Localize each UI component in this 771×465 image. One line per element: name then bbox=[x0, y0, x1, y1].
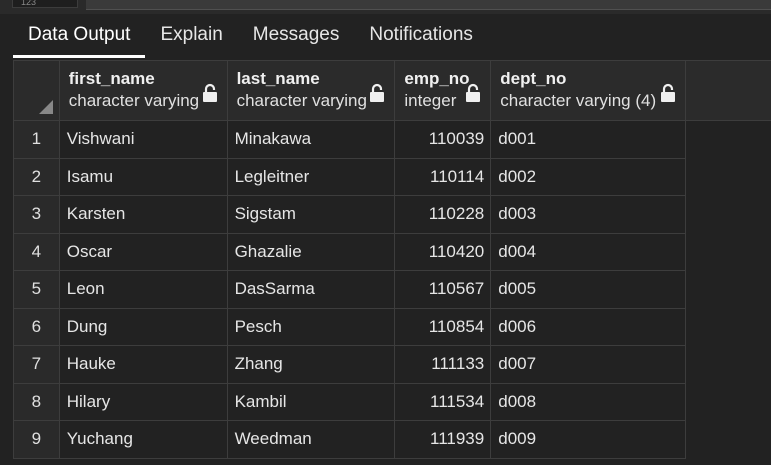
column-header-last-name[interactable]: last_name character varying bbox=[226, 60, 396, 121]
column-header-emp-no[interactable]: emp_no integer bbox=[394, 60, 492, 121]
row-filler bbox=[685, 158, 771, 196]
cell-first-name[interactable]: Hauke bbox=[58, 345, 228, 384]
cell-emp-no[interactable]: 110114 bbox=[394, 157, 492, 196]
cell-last-name[interactable]: Zhang bbox=[226, 345, 396, 384]
lock-icon bbox=[370, 83, 385, 102]
cell-last-name[interactable]: Weedman bbox=[226, 420, 396, 459]
lock-icon bbox=[202, 83, 217, 102]
table-row[interactable]: 7 Hauke Zhang 111133 d007 bbox=[13, 345, 771, 384]
table-body: 1 Vishwani Minakawa 110039 d001 2 Isamu … bbox=[13, 120, 771, 459]
cell-last-name[interactable]: DasSarma bbox=[226, 270, 396, 309]
row-filler bbox=[685, 420, 771, 458]
row-number[interactable]: 1 bbox=[13, 120, 60, 159]
table-row[interactable]: 4 Oscar Ghazalie 110420 d004 bbox=[13, 232, 771, 271]
cell-emp-no[interactable]: 110420 bbox=[394, 232, 492, 271]
cell-dept-no[interactable]: d004 bbox=[490, 232, 687, 271]
cell-dept-no[interactable]: d002 bbox=[490, 157, 687, 196]
table-row[interactable]: 9 Yuchang Weedman 111939 d009 bbox=[13, 420, 771, 459]
results-table: first_name character varying last_name c… bbox=[13, 60, 771, 459]
cell-last-name[interactable]: Sigstam bbox=[226, 195, 396, 234]
header-row: first_name character varying last_name c… bbox=[13, 60, 771, 121]
results-tabs: Data Output Explain Messages Notificatio… bbox=[13, 14, 771, 58]
cell-last-name[interactable]: Ghazalie bbox=[226, 232, 396, 271]
cell-first-name[interactable]: Hilary bbox=[58, 382, 228, 421]
column-name: dept_no bbox=[500, 69, 567, 88]
row-number[interactable]: 2 bbox=[13, 157, 60, 196]
cell-first-name[interactable]: Karsten bbox=[58, 195, 228, 234]
cell-emp-no[interactable]: 111133 bbox=[394, 345, 492, 384]
cell-emp-no[interactable]: 110228 bbox=[394, 195, 492, 234]
cell-first-name[interactable]: Vishwani bbox=[58, 120, 228, 159]
row-filler bbox=[685, 120, 771, 158]
row-filler bbox=[685, 383, 771, 421]
cell-first-name[interactable]: Yuchang bbox=[58, 420, 228, 459]
column-type: character varying (4) bbox=[500, 91, 657, 110]
cell-emp-no[interactable]: 110854 bbox=[394, 307, 492, 346]
cell-dept-no[interactable]: d008 bbox=[490, 382, 687, 421]
cell-dept-no[interactable]: d009 bbox=[490, 420, 687, 459]
cell-dept-no[interactable]: d006 bbox=[490, 307, 687, 346]
cell-last-name[interactable]: Pesch bbox=[226, 307, 396, 346]
cell-first-name[interactable]: Leon bbox=[58, 270, 228, 309]
row-filler bbox=[685, 345, 771, 383]
row-number[interactable]: 5 bbox=[13, 270, 60, 309]
cell-emp-no[interactable]: 111534 bbox=[394, 382, 492, 421]
row-filler bbox=[685, 233, 771, 271]
table-row[interactable]: 8 Hilary Kambil 111534 d008 bbox=[13, 382, 771, 421]
row-number[interactable]: 7 bbox=[13, 345, 60, 384]
table-row[interactable]: 3 Karsten Sigstam 110228 d003 bbox=[13, 195, 771, 234]
table-row[interactable]: 2 Isamu Legleitner 110114 d002 bbox=[13, 157, 771, 196]
cell-first-name[interactable]: Dung bbox=[58, 307, 228, 346]
lock-icon bbox=[661, 83, 676, 102]
column-header-dept-no[interactable]: dept_no character varying (4) bbox=[490, 60, 687, 121]
lock-icon bbox=[466, 83, 481, 102]
row-number[interactable]: 6 bbox=[13, 307, 60, 346]
row-filler bbox=[685, 308, 771, 346]
select-all-corner[interactable] bbox=[13, 60, 60, 121]
cell-first-name[interactable]: Isamu bbox=[58, 157, 228, 196]
cell-dept-no[interactable]: d005 bbox=[490, 270, 687, 309]
query-editor-scrollbar[interactable] bbox=[86, 0, 771, 10]
cell-first-name[interactable]: Oscar bbox=[58, 232, 228, 271]
cell-dept-no[interactable]: d007 bbox=[490, 345, 687, 384]
table-row[interactable]: 1 Vishwani Minakawa 110039 d001 bbox=[13, 120, 771, 159]
cell-emp-no[interactable]: 111939 bbox=[394, 420, 492, 459]
cell-emp-no[interactable]: 110567 bbox=[394, 270, 492, 309]
table-row[interactable]: 6 Dung Pesch 110854 d006 bbox=[13, 307, 771, 346]
cell-dept-no[interactable]: d001 bbox=[490, 120, 687, 159]
table-row[interactable]: 5 Leon DasSarma 110567 d005 bbox=[13, 270, 771, 309]
top-strip: 123 bbox=[0, 0, 771, 14]
cell-last-name[interactable]: Minakawa bbox=[226, 120, 396, 159]
corner-triangle-icon bbox=[38, 100, 53, 114]
row-filler bbox=[685, 270, 771, 308]
tab-notifications[interactable]: Notifications bbox=[354, 14, 488, 58]
cell-last-name[interactable]: Kambil bbox=[226, 382, 396, 421]
tab-messages[interactable]: Messages bbox=[238, 14, 355, 58]
cell-last-name[interactable]: Legleitner bbox=[226, 157, 396, 196]
cell-emp-no[interactable]: 110039 bbox=[394, 120, 492, 159]
row-number[interactable]: 9 bbox=[13, 420, 60, 459]
tab-explain[interactable]: Explain bbox=[145, 14, 237, 58]
data-grid: first_name character varying last_name c… bbox=[13, 60, 771, 465]
header-filler bbox=[685, 60, 771, 121]
top-cell-value: 123 bbox=[12, 0, 78, 8]
tab-data-output[interactable]: Data Output bbox=[13, 14, 146, 58]
cell-dept-no[interactable]: d003 bbox=[490, 195, 687, 234]
row-number[interactable]: 4 bbox=[13, 232, 60, 271]
row-number[interactable]: 8 bbox=[13, 382, 60, 421]
column-header-first-name[interactable]: first_name character varying bbox=[58, 60, 228, 121]
row-filler bbox=[685, 195, 771, 233]
row-number[interactable]: 3 bbox=[13, 195, 60, 234]
